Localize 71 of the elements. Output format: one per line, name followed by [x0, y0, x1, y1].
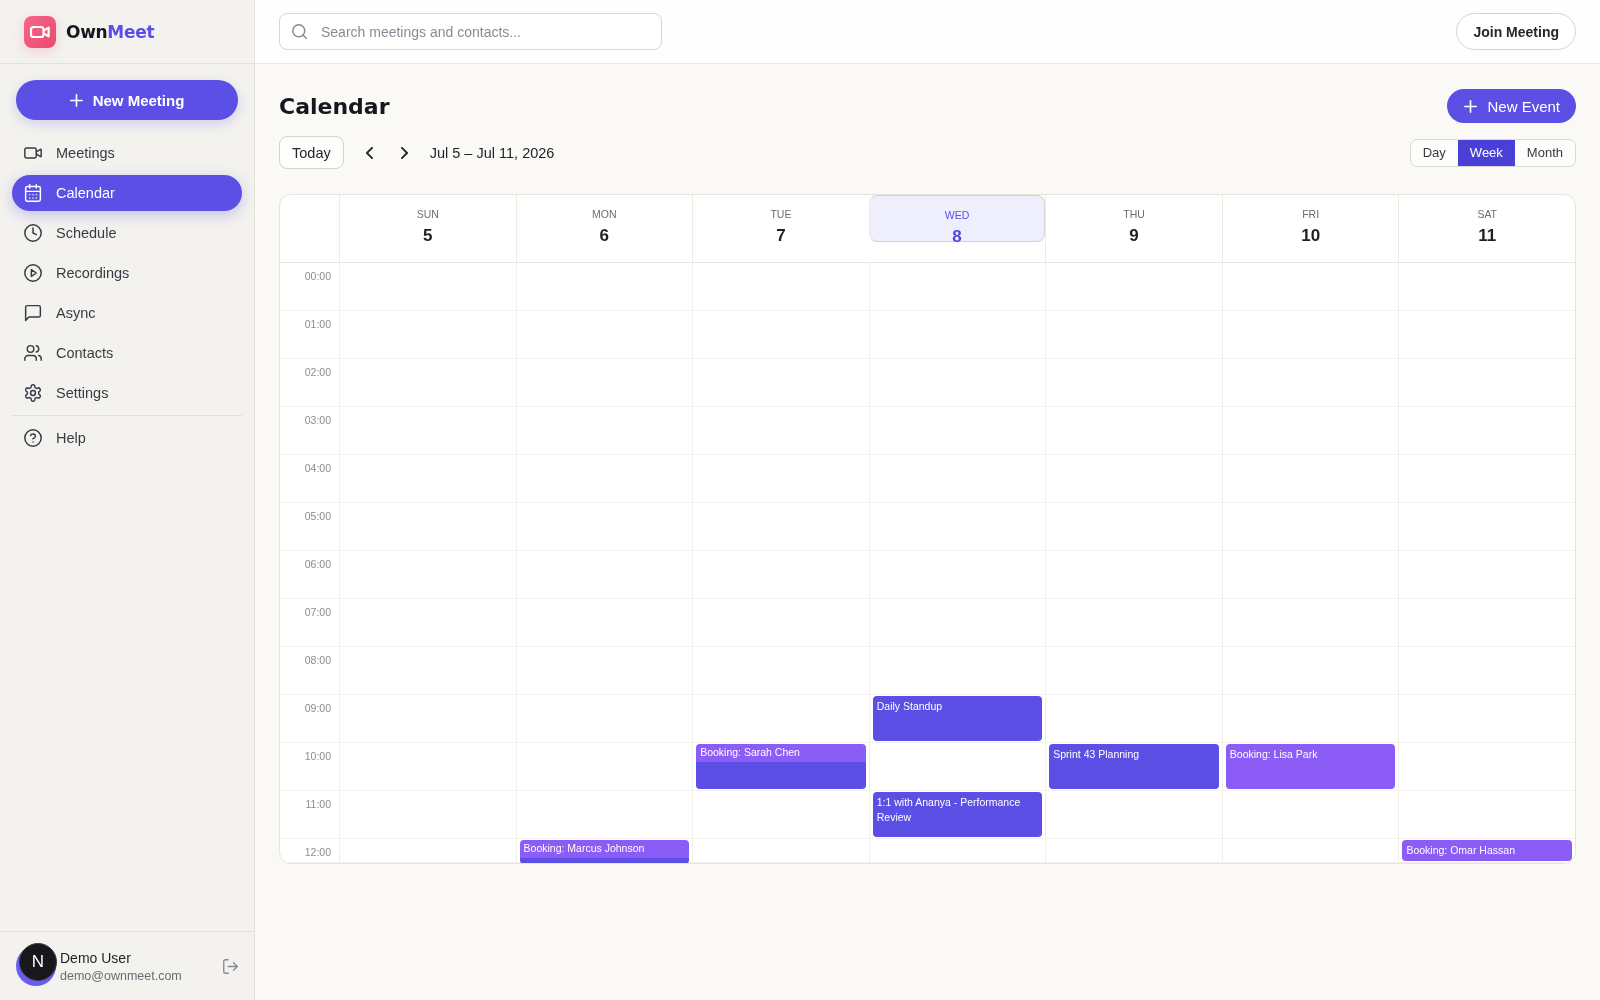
join-meeting-button[interactable]: Join Meeting [1456, 13, 1576, 50]
chat-bubble-icon [24, 304, 42, 322]
settings-icon [24, 384, 42, 402]
view-tab[interactable]: Week [1457, 139, 1515, 166]
weekday-label: SAT [1477, 207, 1498, 221]
day-number: 9 [1129, 226, 1139, 246]
chevron-right-icon[interactable] [400, 146, 408, 159]
logout-icon[interactable] [223, 958, 238, 974]
time-label: 03:00 [304, 414, 331, 426]
today-button[interactable]: Today [279, 136, 344, 169]
app-logo-icon [24, 15, 56, 48]
plus-icon [69, 93, 83, 107]
time-label: 05:00 [304, 510, 331, 522]
event-block[interactable]: Sprint 43 Planning [1049, 744, 1219, 789]
event-block[interactable]: Booking: Sarah Chen [696, 744, 866, 762]
view-tab[interactable]: Month [1514, 139, 1575, 166]
day-number: 11 [1478, 226, 1497, 246]
plus-icon [1464, 99, 1478, 113]
time-label: 02:00 [304, 366, 331, 378]
page-title: Calendar [279, 93, 390, 119]
event-block[interactable]: Booking: Lisa Park [1225, 744, 1396, 789]
event-block[interactable]: 1:1 with Ananya - Performance Review [872, 792, 1043, 837]
search-field[interactable]: Search meetings and contacts... [279, 13, 662, 50]
nav-item[interactable]: Recordings [12, 255, 242, 291]
nav-item[interactable]: Settings [12, 375, 242, 411]
help-icon [24, 429, 42, 447]
time-label: 10:00 [304, 750, 331, 762]
search-icon [292, 24, 307, 39]
weekday-label: MON [592, 207, 617, 221]
nav-item[interactable]: Calendar [12, 175, 242, 211]
time-label: 06:00 [304, 558, 331, 570]
nav-item[interactable]: Async [12, 295, 242, 331]
day-number: 10 [1301, 226, 1321, 246]
weekday-label: FRI [1302, 207, 1320, 221]
people-icon [24, 344, 42, 362]
video-camera-icon [24, 144, 42, 162]
day-number: 6 [599, 226, 610, 246]
weekday-label: TUE [770, 207, 792, 221]
nav-item[interactable]: Schedule [12, 215, 242, 251]
new-meeting-button[interactable]: New Meeting [16, 80, 238, 120]
event-block[interactable]: Booking: Omar Hassan [1402, 840, 1572, 861]
weekday-label: WED [944, 208, 970, 222]
day-number: 8 [952, 227, 962, 247]
day-number: 5 [423, 226, 433, 246]
time-label: 07:00 [304, 606, 331, 618]
day-number: 7 [776, 226, 786, 246]
event-block[interactable]: Daily Standup [872, 696, 1043, 741]
time-label: 08:00 [304, 654, 331, 666]
date-range: Jul 5 – Jul 11, 2026 [429, 144, 555, 161]
weekday-label: SUN [416, 207, 439, 221]
nav-item[interactable]: Contacts [12, 335, 242, 371]
new-event-button[interactable]: New Event [1447, 89, 1576, 123]
time-label: 11:00 [305, 798, 331, 810]
chevron-left-icon[interactable] [365, 146, 373, 159]
user-email: demo@ownmeet.com [60, 968, 182, 983]
view-tab[interactable]: Day [1410, 139, 1458, 166]
weekday-label: THU [1123, 207, 1145, 221]
nav-item[interactable]: Help [12, 420, 242, 456]
time-label: 09:00 [304, 702, 331, 714]
time-label: 00:00 [304, 270, 331, 282]
time-label: 12:00 [304, 846, 331, 858]
calendar-icon [24, 184, 42, 202]
event-block[interactable]: Booking: Marcus Johnson [519, 840, 690, 858]
app-name: OwnMeet [66, 21, 155, 42]
dev-tools-badge[interactable]: N [19, 943, 57, 981]
nav-item[interactable]: Meetings [12, 135, 242, 171]
time-label: 01:00 [304, 318, 331, 330]
user-name: Demo User [60, 949, 132, 966]
clock-icon [24, 224, 42, 242]
play-circle-icon [24, 264, 42, 282]
time-label: 04:00 [304, 462, 331, 474]
